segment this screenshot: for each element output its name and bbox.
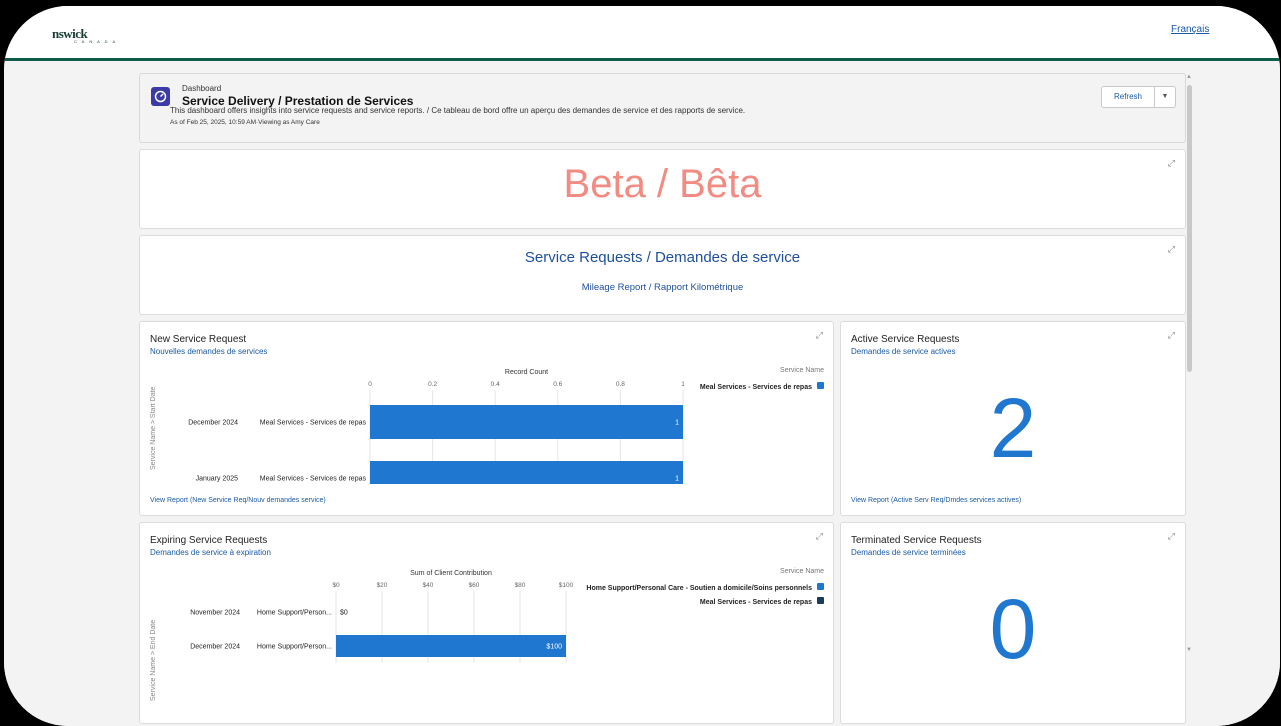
card-subtitle: Demandes de service terminées — [851, 548, 966, 557]
x-axis-title: Record Count — [505, 369, 548, 376]
legend-label: Meal Services - Services de repas — [700, 599, 812, 606]
legend-title: Service Name — [780, 367, 824, 374]
legend-swatch — [817, 597, 824, 604]
view-report-link[interactable]: View Report (Active Serv Req/Dmdes servi… — [851, 497, 1021, 504]
scrollbar-thumb[interactable] — [1187, 85, 1192, 372]
category-service-label: Home Support/Person... — [257, 644, 332, 651]
expiring-service-requests-card: ⤢ Expiring Service Requests Demandes de … — [139, 522, 834, 724]
view-report-link[interactable]: View Report (New Service Req/Nouv demand… — [150, 497, 326, 504]
active-service-requests-card: ⤢ Active Service Requests Demandes de se… — [840, 321, 1186, 516]
x-tick-label: $80 — [515, 582, 526, 589]
data-label: $0 — [340, 610, 348, 617]
new-service-request-card: ⤢ New Service Request Nouvelles demandes… — [139, 321, 834, 516]
service-requests-card: ⤢ Service Requests / Demandes de service… — [139, 235, 1186, 315]
as-of-timestamp: As of Feb 25, 2025, 10:59 AM·Viewing as … — [170, 119, 320, 126]
category-service-label: Home Support/Person... — [257, 610, 332, 617]
card-title: Active Service Requests — [851, 334, 960, 345]
new-service-request-chart: Record Count 0 0.2 0.4 0.6 0.8 1 Meal Services … — [188, 367, 824, 484]
category-service-label: Meal Services - Services de repas — [260, 476, 367, 483]
x-tick-label: $40 — [423, 582, 434, 589]
category-date-label: December 2024 — [188, 420, 238, 427]
scroll-up-arrow[interactable]: ▲ — [1186, 74, 1192, 80]
legend-swatch — [817, 583, 824, 590]
refresh-menu-button[interactable]: ▼ — [1154, 86, 1176, 108]
logo-subtext: C A N A D A — [74, 39, 118, 44]
x-tick-label: 0.4 — [491, 381, 500, 388]
x-axis-title: Sum of Client Contribution — [410, 570, 492, 577]
language-link[interactable]: Français — [1171, 24, 1209, 35]
beta-card: ⤢ Beta / Bêta — [139, 149, 1186, 229]
data-label: 1 — [675, 420, 679, 427]
bar — [370, 405, 683, 439]
top-bar: nswick C A N A D A Français — [4, 6, 1280, 61]
x-tick-label: $60 — [469, 582, 480, 589]
x-tick-label: 0.8 — [616, 381, 625, 388]
expand-icon[interactable]: ⤢ — [1168, 531, 1175, 542]
active-count: 2 — [989, 381, 1037, 475]
expiring-service-requests-chart: Sum of Client Contribution $0 $20 $40 $60 $80… — [190, 568, 824, 663]
card-title: New Service Request — [150, 334, 247, 345]
dashboard-icon — [151, 87, 170, 106]
expand-icon[interactable]: ⤢ — [816, 531, 823, 542]
card-subtitle: Demandes de service actives — [851, 347, 956, 356]
x-tick-label: $0 — [332, 582, 340, 589]
card-title: Expiring Service Requests — [150, 535, 268, 546]
x-tick-label: 1 — [681, 381, 685, 388]
legend-label: Home Support/Personal Care - Soutien a d… — [586, 585, 812, 592]
category-date-label: January 2025 — [196, 476, 239, 483]
category-date-label: December 2024 — [190, 644, 240, 651]
bar — [336, 635, 566, 657]
card-subtitle: Demandes de service à expiration — [150, 548, 271, 557]
x-tick-label: 0.2 — [428, 381, 437, 388]
x-tick-label: $100 — [559, 582, 574, 589]
card-title: Terminated Service Requests — [851, 535, 982, 546]
expand-icon[interactable]: ⤢ — [816, 330, 823, 341]
legend-title: Service Name — [780, 568, 824, 575]
x-tick-label: $20 — [377, 582, 388, 589]
refresh-button[interactable]: Refresh — [1101, 86, 1155, 108]
dashboard-description: This dashboard offers insights into serv… — [170, 106, 746, 115]
category-date-label: November 2024 — [190, 610, 240, 617]
bar — [370, 461, 683, 484]
card-subtitle: Nouvelles demandes de services — [150, 347, 268, 356]
category-service-label: Meal Services - Services de repas — [260, 420, 367, 427]
service-requests-title: Service Requests / Demandes de service — [524, 249, 801, 266]
expand-icon[interactable]: ⤢ — [1168, 330, 1175, 341]
x-tick-label: 0 — [368, 381, 372, 388]
chevron-down-icon: ▼ — [1161, 93, 1169, 100]
terminated-count: 0 — [989, 582, 1037, 676]
mileage-report-link[interactable]: Mileage Report / Rapport Kilométrique — [140, 282, 1185, 293]
legend-label: Meal Services - Services de repas — [700, 384, 812, 391]
browser-frame: nswick C A N A D A Français Dashboard Se… — [4, 6, 1280, 726]
x-tick-label: 0.6 — [553, 381, 562, 388]
dashboard-label: Dashboard — [182, 84, 222, 93]
terminated-service-requests-card: ⤢ Terminated Service Requests Demandes d… — [840, 522, 1186, 724]
legend-swatch — [817, 382, 824, 389]
scroll-down-arrow[interactable]: ▼ — [1186, 647, 1192, 653]
dashboard-header: Dashboard Service Delivery / Prestation … — [139, 73, 1186, 143]
data-label: 1 — [675, 476, 679, 483]
data-label: $100 — [546, 644, 562, 651]
dashboard-canvas: Dashboard Service Delivery / Prestation … — [4, 61, 1280, 726]
beta-text: Beta / Bêta — [563, 162, 762, 206]
